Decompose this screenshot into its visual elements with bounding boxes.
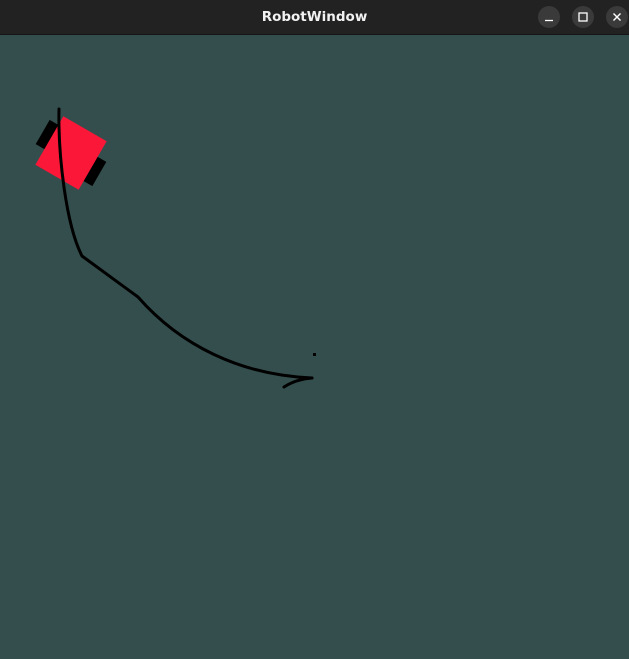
- title-bar[interactable]: RobotWindow: [0, 0, 629, 35]
- window-title: RobotWindow: [261, 9, 368, 25]
- close-icon: [613, 13, 621, 21]
- robot-canvas[interactable]: [0, 35, 629, 659]
- robot-scene: [35, 107, 316, 389]
- maximize-icon: [578, 12, 588, 22]
- maximize-button[interactable]: [572, 6, 594, 28]
- minimize-button[interactable]: [538, 6, 560, 28]
- robot: [35, 116, 107, 190]
- minimize-icon: [545, 19, 553, 22]
- robot-window: RobotWindow: [0, 0, 629, 659]
- target-point: [313, 353, 316, 356]
- path-arrow-tail: [282, 376, 314, 389]
- close-button[interactable]: [606, 6, 628, 28]
